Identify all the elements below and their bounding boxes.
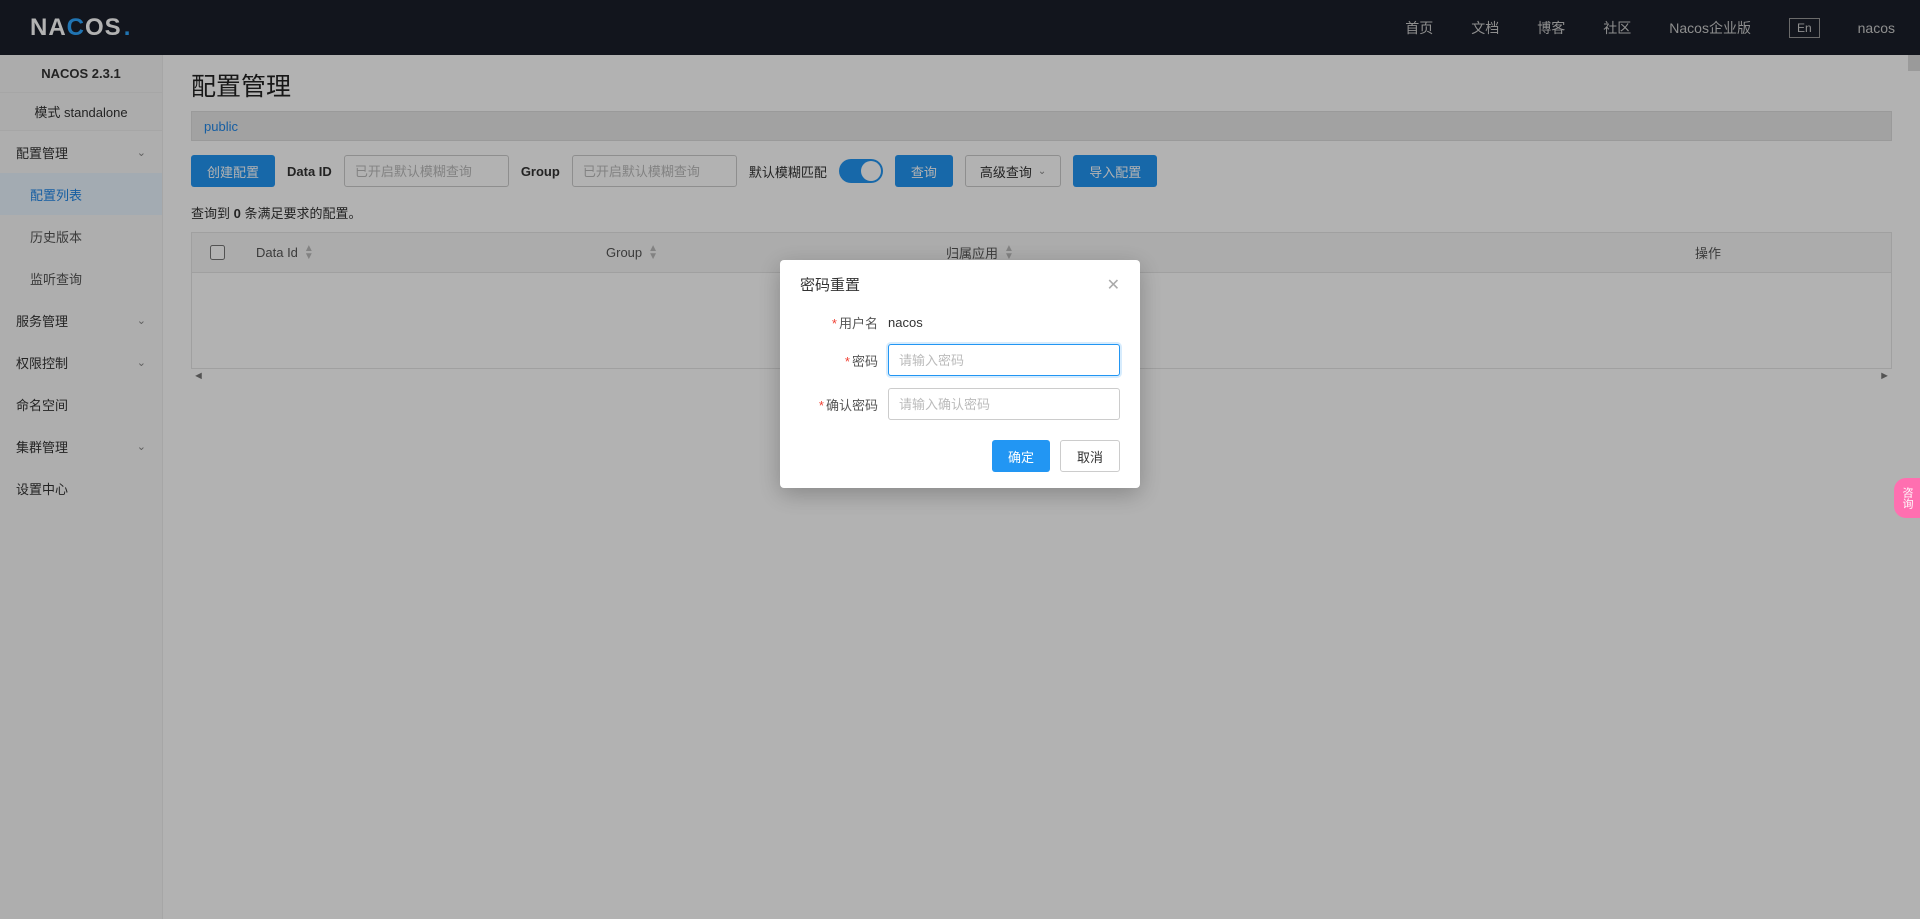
- table-header-action: 操作: [1681, 243, 1891, 262]
- sidebar-group-service[interactable]: 服务管理 ⌄: [0, 299, 162, 341]
- group-input[interactable]: [572, 155, 737, 187]
- nav-home[interactable]: 首页: [1405, 18, 1433, 38]
- password-reset-modal: 密码重置 ✕ *用户名 nacos *密码 *确认密码 确定 取消: [780, 260, 1140, 488]
- modal-header: 密码重置 ✕: [780, 260, 1140, 307]
- sidebar-version: NACOS 2.3.1: [0, 55, 162, 93]
- close-icon[interactable]: ✕: [1107, 275, 1120, 295]
- sidebar-item-listener[interactable]: 监听查询: [0, 257, 162, 299]
- password-input[interactable]: [888, 344, 1120, 376]
- sidebar-item-history[interactable]: 历史版本: [0, 215, 162, 257]
- table-header-group[interactable]: Group ▲▼: [592, 245, 932, 261]
- label-fuzzy: 默认模糊匹配: [749, 162, 827, 181]
- form-row-password: *密码: [780, 338, 1140, 382]
- table-header-checkbox: [192, 245, 242, 260]
- sidebar-item-config-list[interactable]: 配置列表: [0, 173, 162, 215]
- namespace-link[interactable]: public: [204, 119, 238, 134]
- page-title: 配置管理: [191, 67, 1892, 103]
- nav-blog[interactable]: 博客: [1537, 18, 1565, 38]
- scrollbar-stub[interactable]: [1908, 55, 1920, 71]
- scroll-left-icon[interactable]: ◄: [193, 370, 204, 382]
- namespace-bar: public: [191, 111, 1892, 141]
- chevron-down-icon: ⌄: [137, 314, 146, 327]
- sidebar-group-namespace[interactable]: 命名空间: [0, 383, 162, 425]
- sidebar: NACOS 2.3.1 模式 standalone 配置管理 ⌄ 配置列表 历史…: [0, 55, 163, 919]
- form-row-confirm: *确认密码: [780, 382, 1140, 426]
- form-row-username: *用户名 nacos: [780, 307, 1140, 338]
- sidebar-group-cluster[interactable]: 集群管理 ⌄: [0, 425, 162, 467]
- sort-icon: ▲▼: [648, 245, 658, 261]
- select-all-checkbox[interactable]: [210, 245, 225, 260]
- sort-icon: ▲▼: [1004, 245, 1014, 261]
- scroll-right-icon[interactable]: ►: [1879, 370, 1890, 382]
- chevron-down-icon: ⌄: [137, 356, 146, 369]
- chevron-down-icon: ⌄: [137, 440, 146, 453]
- fuzzy-switch[interactable]: [839, 159, 883, 183]
- top-header: NACOS. 首页 文档 博客 社区 Nacos企业版 En nacos: [0, 0, 1920, 55]
- result-summary: 查询到 0 条满足要求的配置。: [191, 203, 1892, 222]
- table-header-data-id[interactable]: Data Id ▲▼: [242, 245, 592, 261]
- modal-footer: 确定 取消: [780, 426, 1140, 472]
- top-nav: 首页 文档 博客 社区 Nacos企业版 En nacos: [1405, 18, 1895, 38]
- modal-cancel-button[interactable]: 取消: [1060, 440, 1120, 472]
- nav-community[interactable]: 社区: [1603, 18, 1631, 38]
- label-data-id: Data ID: [287, 164, 332, 179]
- modal-title: 密码重置: [800, 274, 860, 295]
- query-button[interactable]: 查询: [895, 155, 953, 187]
- sidebar-group-config[interactable]: 配置管理 ⌄: [0, 131, 162, 173]
- filter-row: 创建配置 Data ID Group 默认模糊匹配 查询 高级查询 ⌄ 导入配置: [191, 155, 1892, 187]
- modal-ok-button[interactable]: 确定: [992, 440, 1050, 472]
- chevron-down-icon: ⌄: [1038, 166, 1046, 177]
- chevron-down-icon: ⌄: [137, 146, 146, 159]
- confirm-password-input[interactable]: [888, 388, 1120, 420]
- sidebar-group-settings[interactable]: 设置中心: [0, 467, 162, 509]
- advanced-query-button[interactable]: 高级查询 ⌄: [965, 155, 1061, 187]
- lang-toggle[interactable]: En: [1789, 18, 1820, 38]
- username-value: nacos: [888, 315, 923, 330]
- nav-enterprise[interactable]: Nacos企业版: [1669, 18, 1751, 38]
- nav-docs[interactable]: 文档: [1471, 18, 1499, 38]
- user-menu[interactable]: nacos: [1858, 20, 1895, 36]
- float-help-button[interactable]: 咨询: [1894, 478, 1920, 518]
- sidebar-group-auth[interactable]: 权限控制 ⌄: [0, 341, 162, 383]
- sort-icon: ▲▼: [304, 245, 314, 261]
- create-config-button[interactable]: 创建配置: [191, 155, 275, 187]
- label-group: Group: [521, 164, 560, 179]
- logo: NACOS.: [30, 14, 131, 42]
- sidebar-mode: 模式 standalone: [0, 93, 162, 131]
- data-id-input[interactable]: [344, 155, 509, 187]
- import-config-button[interactable]: 导入配置: [1073, 155, 1157, 187]
